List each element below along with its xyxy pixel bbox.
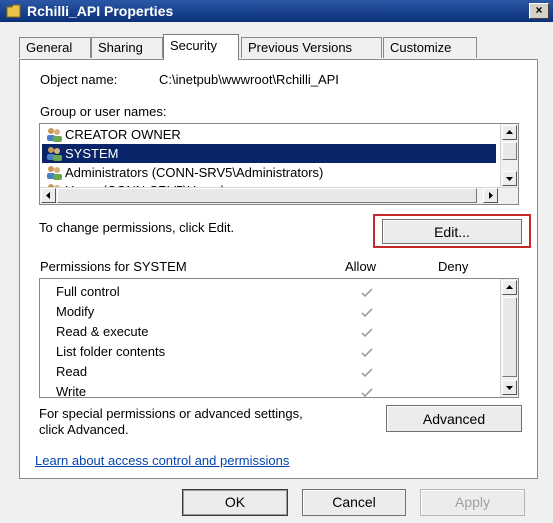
object-name-label: Object name: [40, 72, 118, 87]
allow-check-icon [361, 348, 373, 358]
object-name-value: C:\inetpub\wwwroot\Rchilli_API [159, 72, 339, 87]
scroll-thumb[interactable] [57, 188, 477, 203]
permission-row: Write [56, 382, 87, 398]
allow-header: Allow [345, 259, 377, 274]
learn-access-control-link[interactable]: Learn about access control and permissio… [35, 453, 289, 468]
user-name: CREATOR OWNER [65, 127, 181, 142]
permission-name: Read [56, 364, 88, 379]
close-button[interactable]: × [529, 3, 549, 19]
arrow-down-icon [506, 177, 513, 181]
edit-button-label: Edit... [434, 224, 470, 240]
user-list[interactable]: CREATOR OWNER SYSTEM Administrators (CON… [39, 123, 519, 205]
scroll-thumb[interactable] [502, 142, 517, 160]
arrow-up-icon [506, 285, 513, 289]
title-bar[interactable]: Rchilli_API Properties × [0, 0, 553, 22]
scroll-up-button[interactable] [502, 125, 517, 140]
scroll-down-button[interactable] [502, 171, 517, 186]
allow-check-icon [361, 328, 373, 338]
folder-icon [6, 4, 21, 18]
user-name: SYSTEM [65, 146, 119, 161]
permission-name: Modify [56, 304, 95, 319]
cancel-button[interactable]: Cancel [302, 489, 406, 516]
tab-sharing[interactable]: Sharing [91, 37, 163, 58]
user-group-icon [47, 166, 62, 180]
deny-header: Deny [438, 259, 469, 274]
arrow-right-icon [489, 192, 493, 199]
user-list-hscrollbar[interactable] [40, 187, 518, 204]
apply-button-label: Apply [454, 494, 491, 510]
permission-row: Modify [56, 302, 94, 322]
close-icon: × [535, 3, 543, 17]
cancel-button-label: Cancel [332, 494, 376, 510]
tab-label: Previous Versions [248, 40, 353, 55]
advanced-hint-line2: click Advanced. [39, 422, 129, 437]
scroll-up-button[interactable] [502, 280, 517, 295]
user-group-icon [47, 128, 62, 142]
allow-check-icon [361, 388, 373, 397]
user-name: Administrators (CONN-SRV5\Administrators… [65, 165, 324, 180]
permission-name: Read & execute [56, 324, 149, 339]
list-item[interactable]: Administrators (CONN-SRV5\Administrators… [42, 163, 496, 182]
tab-previous-versions[interactable]: Previous Versions [241, 37, 382, 58]
permission-name: List folder contents [56, 344, 166, 359]
scroll-down-button[interactable] [502, 380, 517, 395]
user-group-icon [47, 147, 62, 161]
permission-row: Read & execute [56, 322, 149, 342]
advanced-hint-line1: For special permissions or advanced sett… [39, 406, 303, 421]
group-label: Group or user names: [40, 104, 167, 119]
arrow-up-icon [506, 130, 513, 134]
change-permissions-hint: To change permissions, click Edit. [39, 220, 235, 235]
allow-check-icon [361, 368, 373, 378]
permissions-vscrollbar[interactable] [500, 279, 518, 397]
allow-check-icon [361, 308, 373, 318]
scroll-right-button[interactable] [483, 188, 498, 203]
scroll-left-button[interactable] [41, 188, 56, 203]
arrow-left-icon [46, 192, 50, 199]
tab-customize[interactable]: Customize [383, 37, 477, 58]
scroll-thumb[interactable] [502, 297, 517, 377]
permission-row: List folder contents [56, 342, 165, 362]
advanced-button[interactable]: Advanced [386, 405, 522, 432]
allow-check-icon [361, 288, 373, 298]
ok-button[interactable]: OK [182, 489, 288, 516]
permission-name: Write [56, 384, 87, 398]
tab-label: Security [170, 38, 217, 53]
permission-row: Full control [56, 282, 120, 302]
permission-name: Full control [56, 284, 120, 299]
tab-label: Customize [390, 40, 452, 55]
arrow-down-icon [506, 386, 513, 390]
advanced-button-label: Advanced [422, 411, 486, 427]
security-panel: Object name: C:\inetpub\wwwroot\Rchilli_… [19, 59, 538, 479]
permissions-header: Permissions for SYSTEM [40, 259, 187, 274]
user-list-vscrollbar[interactable] [500, 124, 518, 188]
permissions-list[interactable]: Full control Modify Read & execute List … [39, 278, 519, 398]
tab-security[interactable]: Security [163, 34, 239, 60]
ok-button-label: OK [224, 494, 246, 510]
edit-button[interactable]: Edit... [382, 219, 522, 244]
tab-label: General [26, 40, 73, 55]
list-item[interactable]: CREATOR OWNER [42, 125, 496, 144]
apply-button[interactable]: Apply [420, 489, 525, 516]
permission-row: Read [56, 362, 87, 382]
window-title: Rchilli_API Properties [27, 3, 174, 19]
tab-general[interactable]: General [19, 37, 91, 58]
tab-label: Sharing [98, 40, 143, 55]
list-item-selected[interactable]: SYSTEM [42, 144, 496, 163]
